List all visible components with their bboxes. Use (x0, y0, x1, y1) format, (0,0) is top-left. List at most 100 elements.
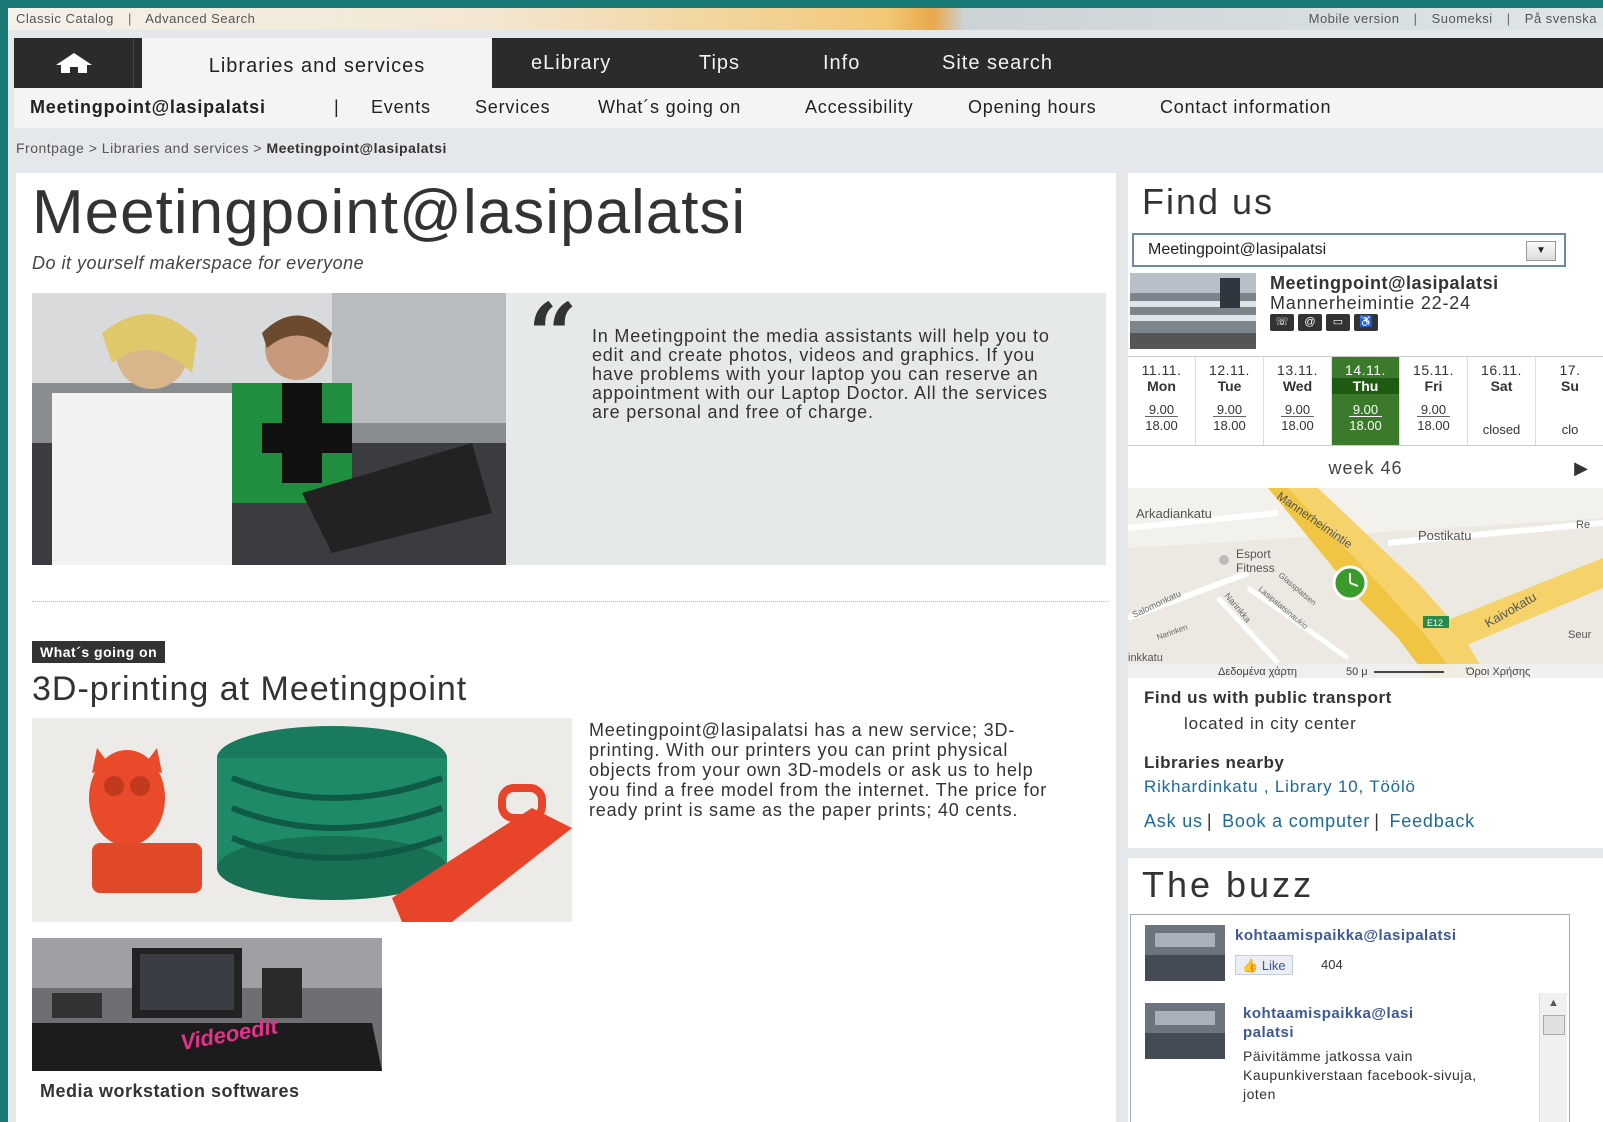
hero-photo (32, 293, 506, 565)
day-sat: 16.11. Sat closed (1468, 357, 1536, 445)
video-caption[interactable]: Media workstation softwares (40, 1081, 300, 1102)
finnish-link[interactable]: Suomeksi (1432, 11, 1493, 26)
transport-heading[interactable]: Find us with public transport (1144, 688, 1392, 708)
divider (32, 601, 1108, 602)
subnav-events[interactable]: Events (371, 97, 431, 118)
computer-icon: ▭ (1326, 314, 1350, 331)
location-map[interactable]: Arkadiankatu Mannerheimintie Postikatu K… (1128, 488, 1603, 678)
day-date: 15.11. (1413, 362, 1454, 378)
post-author[interactable]: kohtaamispaikka@lasi (1243, 1005, 1414, 1022)
page-title: Meetingpoint@lasipalatsi (32, 178, 747, 247)
home-icon (55, 53, 92, 73)
day-mon: 11.11. Mon 9.00 18.00 (1128, 357, 1196, 445)
map-poi: Fitness (1236, 561, 1275, 575)
swedish-link[interactable]: På svenska (1525, 11, 1597, 26)
feedback-link[interactable]: Feedback (1390, 811, 1475, 831)
day-open: 9.00 (1216, 402, 1243, 417)
next-week-arrow-icon[interactable]: ▶ (1574, 450, 1589, 486)
subnav-current[interactable]: Meetingpoint@lasipalatsi (30, 97, 266, 118)
book-computer-link[interactable]: Book a computer (1222, 811, 1370, 831)
breadcrumb-home[interactable]: Frontpage (16, 140, 84, 156)
post-author[interactable]: palatsi (1243, 1024, 1294, 1041)
wheelchair-icon: ♿ (1354, 314, 1378, 331)
day-weekday: Su (1561, 378, 1579, 394)
subnav-opening-hours[interactable]: Opening hours (968, 97, 1096, 118)
nearby-libraries-link[interactable]: Rikhardinkatu , Library 10, Töölö (1144, 777, 1416, 797)
email-icon: @ (1298, 314, 1322, 331)
day-open: 9.00 (1284, 402, 1311, 417)
page-subtitle: Do it yourself makerspace for everyone (32, 253, 365, 273)
thumbs-up-icon: 👍 (1242, 958, 1259, 973)
facebook-page-avatar[interactable] (1145, 925, 1225, 981)
separator: | (127, 11, 132, 26)
subnav-accessibility[interactable]: Accessibility (805, 97, 913, 118)
breadcrumb: Frontpage > Libraries and services > Mee… (16, 140, 447, 156)
classic-catalog-link[interactable]: Classic Catalog (16, 11, 114, 26)
tab-info[interactable]: Info (823, 38, 860, 88)
transport-text: located in city center (1184, 714, 1357, 733)
post-avatar[interactable] (1145, 1003, 1225, 1059)
video-edit-photo[interactable]: Videoedit (32, 938, 382, 1071)
opening-hours-table: 11.11. Mon 9.00 18.00 12.11. Tue 9.00 18… (1128, 356, 1603, 446)
article-title[interactable]: 3D-printing at Meetingpoint (32, 670, 467, 709)
facebook-like-button[interactable]: 👍 Like (1235, 955, 1293, 975)
day-date: 17. (1559, 362, 1581, 378)
like-count: 404 (1321, 957, 1343, 972)
library-thumbnail (1130, 273, 1256, 349)
browser-frame: Classic Catalog | Advanced Search Mobile… (8, 8, 1603, 1122)
tab-site-search[interactable]: Site search (942, 38, 1053, 88)
breadcrumb-current: Meetingpoint@lasipalatsi (266, 140, 447, 156)
day-weekday: Sat (1490, 378, 1513, 394)
3d-print-photo[interactable] (32, 718, 572, 922)
mobile-version-link[interactable]: Mobile version (1309, 11, 1400, 26)
day-weekday: Tue (1217, 378, 1242, 394)
day-weekday: Wed (1282, 378, 1313, 394)
day-close: 18.00 (1145, 416, 1178, 433)
buzz-heading: The buzz (1142, 864, 1315, 905)
quick-links: Ask us | Book a computer | Feedback (1144, 811, 1475, 831)
post-text: Päivitämme jatkossa vain Kaupunkiverstaa… (1243, 1048, 1477, 1102)
scrollbar[interactable]: ▲ (1539, 993, 1567, 1122)
day-close: 18.00 (1417, 416, 1450, 433)
map-poi: Esport (1236, 547, 1271, 561)
day-date: 16.11. (1481, 362, 1522, 378)
tab-libraries-and-services[interactable]: Libraries and services (142, 38, 492, 94)
subnav-services[interactable]: Services (475, 97, 550, 118)
scroll-thumb[interactable] (1542, 1015, 1565, 1035)
tab-elibrary[interactable]: eLibrary (531, 38, 611, 88)
library-name[interactable]: Meetingpoint@lasipalatsi (1270, 273, 1499, 294)
day-open: 9.00 (1352, 402, 1379, 417)
breadcrumb-separator: > (253, 140, 263, 156)
advanced-search-link[interactable]: Advanced Search (145, 11, 255, 26)
tab-tips[interactable]: Tips (699, 38, 740, 88)
map-scale: 50 μ (1346, 666, 1368, 678)
separator: | (1413, 11, 1418, 26)
day-wed: 13.11. Wed 9.00 18.00 (1264, 357, 1332, 445)
utility-bar: Classic Catalog | Advanced Search Mobile… (8, 8, 1603, 30)
chevron-down-icon[interactable]: ▼ (1526, 241, 1556, 261)
map-edge-label: Seur (1568, 629, 1592, 641)
subnav-whats-going-on[interactable]: What´s going on (598, 97, 741, 118)
quote-mark-icon: “ (528, 285, 578, 386)
day-close: 18.00 (1281, 416, 1314, 433)
day-thu-today: 14.11. Thu 9.00 18.00 (1332, 357, 1400, 445)
home-button[interactable] (14, 38, 134, 88)
ask-us-link[interactable]: Ask us (1144, 811, 1203, 831)
day-status: clo (1561, 422, 1579, 437)
facebook-page-name[interactable]: kohtaamispaikka@lasipalatsi (1235, 927, 1457, 944)
day-weekday: Thu (1332, 378, 1399, 394)
sub-navigation: Meetingpoint@lasipalatsi | Events Servic… (14, 88, 1603, 128)
main-content: Meetingpoint@lasipalatsi Do it yourself … (16, 173, 1116, 1122)
day-open: 9.00 (1148, 402, 1175, 417)
breadcrumb-section[interactable]: Libraries and services (102, 140, 249, 156)
library-select[interactable]: Meetingpoint@lasipalatsi ▼ (1132, 233, 1566, 267)
subnav-contact-information[interactable]: Contact information (1160, 97, 1331, 118)
map-terms-link[interactable]: Όροι Χρήσης (1465, 666, 1530, 678)
day-date: 13.11. (1277, 362, 1318, 378)
week-selector: week 46 ▶ (1128, 450, 1603, 486)
map-label: Arkadiankatu (1136, 506, 1212, 521)
scroll-up-icon[interactable]: ▲ (1540, 997, 1567, 1009)
library-address: Mannerheimintie 22-24 (1270, 293, 1471, 313)
section-tag[interactable]: What´s going on (32, 641, 166, 663)
phone-icon: ☏ (1270, 314, 1294, 331)
